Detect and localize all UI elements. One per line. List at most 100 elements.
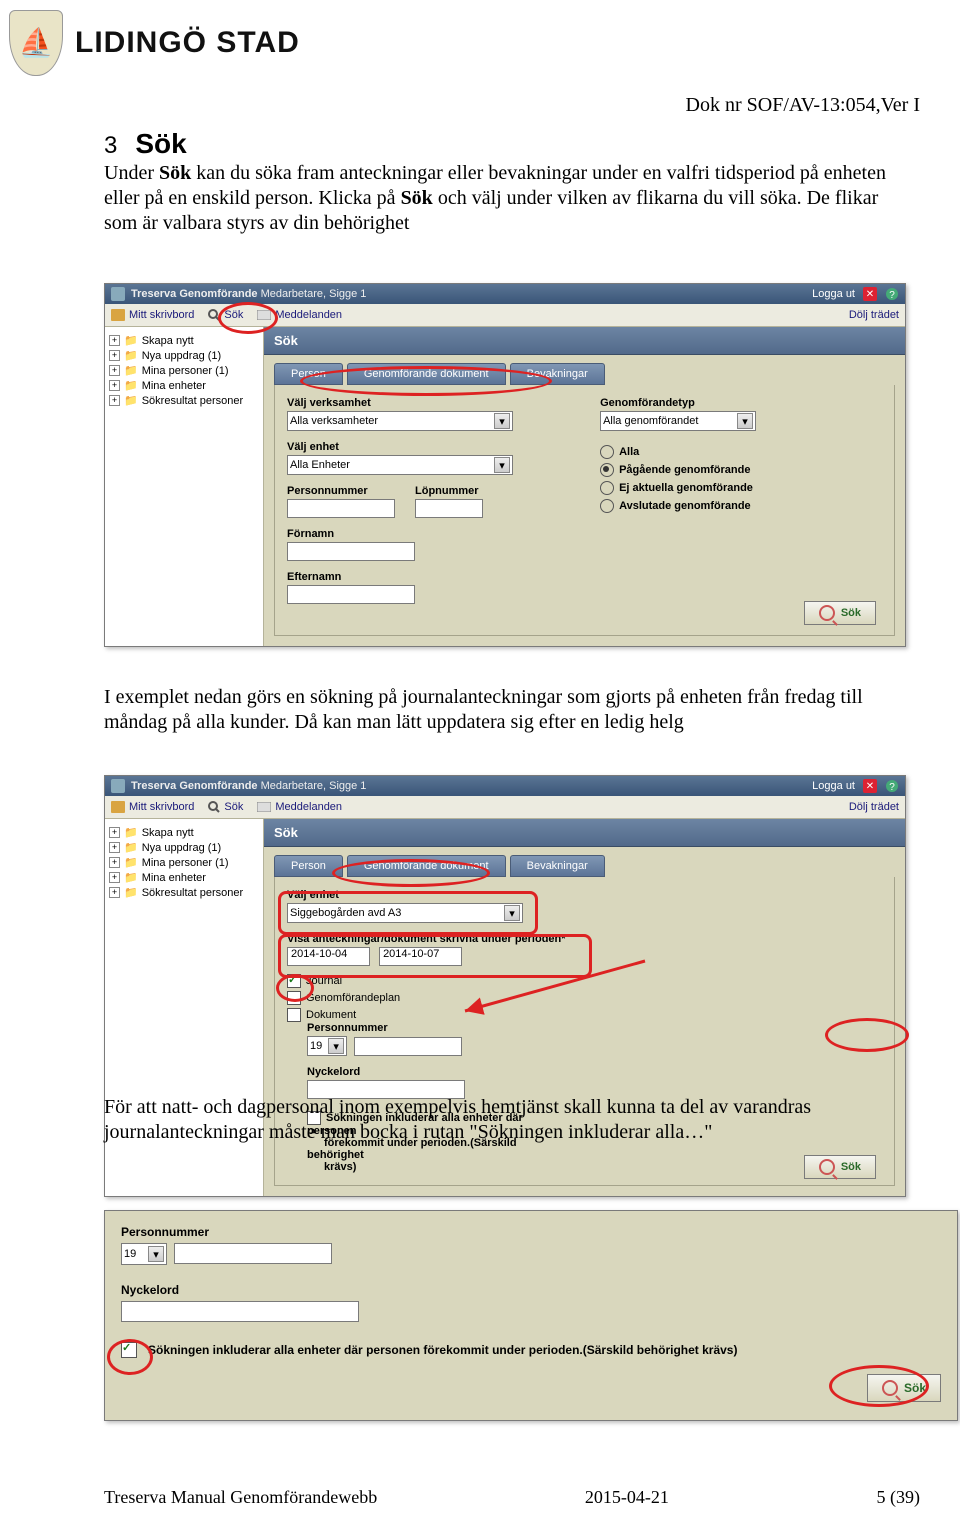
tree-node-sokresultat[interactable]: +📁 Sökresultat personer bbox=[109, 885, 259, 900]
paragraph-1: Under Sök kan du söka fram anteckningar … bbox=[104, 161, 900, 236]
search-icon bbox=[208, 801, 220, 813]
radio-alla[interactable]: Alla bbox=[600, 445, 860, 459]
input-lopnummer[interactable] bbox=[415, 499, 483, 518]
section-title: Sök bbox=[135, 128, 186, 159]
nav-tree: +📁 Skapa nytt +📁 Nya uppdrag (1) +📁 Mina… bbox=[105, 327, 264, 646]
menu-skrivbord[interactable]: Mitt skrivbord bbox=[111, 801, 194, 813]
tab-bevakningar[interactable]: Bevakningar bbox=[510, 855, 605, 877]
chevron-down-icon: ▾ bbox=[494, 413, 510, 429]
tab-person[interactable]: Person bbox=[274, 855, 343, 877]
input-nyckelord[interactable] bbox=[121, 1301, 359, 1322]
lbl-lopnummer: Löpnummer bbox=[415, 485, 483, 497]
tab-bevakningar[interactable]: Bevakningar bbox=[510, 363, 605, 385]
search-icon bbox=[882, 1380, 898, 1396]
close-icon[interactable]: ✕ bbox=[863, 779, 877, 793]
menubar: Mitt skrivbord Sök Meddelanden Dölj träd… bbox=[105, 796, 905, 819]
search-icon bbox=[819, 1159, 835, 1175]
menubar: Mitt skrivbord Sök Meddelanden Dölj träd… bbox=[105, 304, 905, 327]
section-heading: 3 Sök bbox=[104, 126, 900, 161]
footer-center: 2015-04-21 bbox=[585, 1487, 669, 1508]
lbl-enhet: Välj enhet bbox=[287, 889, 607, 901]
search-button[interactable]: Sök bbox=[804, 1155, 876, 1179]
tree-node-sokresultat[interactable]: +📁 Sökresultat personer bbox=[109, 393, 259, 408]
lbl-personnummer: Personnummer bbox=[287, 485, 395, 497]
search-icon bbox=[208, 309, 220, 321]
hide-tree-link[interactable]: Dölj trädet bbox=[849, 309, 899, 321]
menu-meddelanden[interactable]: Meddelanden bbox=[257, 309, 342, 321]
menu-skrivbord[interactable]: Mitt skrivbord bbox=[111, 309, 194, 321]
tree-node-mina-enheter[interactable]: +📁 Mina enheter bbox=[109, 870, 259, 885]
tree-node-mina-enheter[interactable]: +📁 Mina enheter bbox=[109, 378, 259, 393]
section-intro: 3 Sök Under Sök kan du söka fram anteckni… bbox=[104, 126, 900, 236]
menu-meddelanden[interactable]: Meddelanden bbox=[257, 801, 342, 813]
check-journal[interactable]: Journal bbox=[287, 974, 607, 988]
input-date-to[interactable]: 2014-10-07 bbox=[379, 947, 462, 966]
menu-sok[interactable]: Sök bbox=[208, 309, 243, 321]
tree-node-skapa[interactable]: +📁 Skapa nytt bbox=[109, 825, 259, 840]
input-date-from[interactable]: 2014-10-04 bbox=[287, 947, 370, 966]
select-typ[interactable]: Alla genomförandet▾ bbox=[600, 411, 756, 431]
tab-dokument[interactable]: Genomförande dokument bbox=[347, 363, 506, 385]
tree-node-mina-personer[interactable]: +📁 Mina personer (1) bbox=[109, 855, 259, 870]
tab-person[interactable]: Person bbox=[274, 363, 343, 385]
check-plan[interactable]: Genomförandeplan bbox=[287, 991, 607, 1005]
select-century[interactable]: 19▾ bbox=[121, 1243, 167, 1265]
input-personnummer[interactable] bbox=[354, 1037, 462, 1056]
content-title: Sök bbox=[264, 819, 905, 847]
tree-node-nya-uppdrag[interactable]: +📁 Nya uppdrag (1) bbox=[109, 348, 259, 363]
lbl-genomforandetyp: Genomförandetyp bbox=[600, 397, 860, 409]
paragraph-3: För att natt- och dagpersonal inom exemp… bbox=[104, 1095, 900, 1145]
app-title: Treserva Genomförande Medarbetare, Sigge… bbox=[131, 780, 366, 792]
help-icon[interactable]: ? bbox=[885, 287, 899, 301]
paragraph-2: I exemplet nedan görs en sökning på jour… bbox=[104, 685, 900, 735]
page-logo: ⛵ LIDINGÖ STAD bbox=[9, 10, 300, 76]
search-button[interactable]: Sök bbox=[804, 601, 876, 625]
chevron-down-icon: ▾ bbox=[494, 457, 510, 473]
tree-node-nya-uppdrag[interactable]: +📁 Nya uppdrag (1) bbox=[109, 840, 259, 855]
close-icon[interactable]: ✕ bbox=[863, 287, 877, 301]
tree-node-mina-personer[interactable]: +📁 Mina personer (1) bbox=[109, 363, 259, 378]
brand-text: LIDINGÖ STAD bbox=[75, 26, 300, 60]
screenshot-1: Treserva Genomförande Medarbetare, Sigge… bbox=[104, 283, 906, 647]
chevron-down-icon: ▾ bbox=[504, 905, 520, 921]
input-fornamn[interactable] bbox=[287, 542, 415, 561]
footer-right: 5 (39) bbox=[876, 1487, 920, 1508]
search-form: Välj verksamhet Alla verksamheter▾ Välj … bbox=[274, 385, 895, 636]
chevron-down-icon: ▾ bbox=[328, 1038, 344, 1054]
check-inkluderar[interactable]: Sökningen inkluderar alla enheter där pe… bbox=[121, 1342, 941, 1358]
titlebar: Treserva Genomförande Medarbetare, Sigge… bbox=[105, 284, 905, 304]
select-verksamhet[interactable]: Alla verksamheter▾ bbox=[287, 411, 513, 431]
section-number: 3 bbox=[104, 132, 117, 159]
input-efternamn[interactable] bbox=[287, 585, 415, 604]
radio-avslutade[interactable]: Avslutade genomförande bbox=[600, 499, 860, 513]
help-icon[interactable]: ? bbox=[885, 779, 899, 793]
lbl-enhet: Välj enhet bbox=[287, 441, 567, 453]
document-number: Dok nr SOF/AV-13:054,Ver I bbox=[686, 94, 920, 117]
check-dokument[interactable]: Dokument bbox=[287, 1008, 607, 1022]
app-title: Treserva Genomförande Medarbetare, Sigge… bbox=[131, 288, 366, 300]
lbl-verksamhet: Välj verksamhet bbox=[287, 397, 567, 409]
input-personnummer[interactable] bbox=[287, 499, 395, 518]
logout-link[interactable]: Logga ut bbox=[812, 288, 855, 300]
content-title: Sök bbox=[264, 327, 905, 355]
search-button[interactable]: Sök bbox=[867, 1374, 941, 1402]
radio-ej-aktuella[interactable]: Ej aktuella genomförande bbox=[600, 481, 860, 495]
select-enhet[interactable]: Siggebogården avd A3▾ bbox=[287, 903, 523, 923]
select-enhet[interactable]: Alla Enheter▾ bbox=[287, 455, 513, 475]
radio-pagaende[interactable]: Pågående genomförande bbox=[600, 463, 860, 477]
lbl-personnummer: Personnummer bbox=[121, 1225, 941, 1239]
logout-link[interactable]: Logga ut bbox=[812, 780, 855, 792]
tree-node-skapa[interactable]: +📁 Skapa nytt bbox=[109, 333, 259, 348]
lbl-nyckelord: Nyckelord bbox=[121, 1283, 941, 1297]
app-icon bbox=[111, 287, 125, 301]
page-footer: Treserva Manual Genomförandewebb 2015-04… bbox=[104, 1487, 920, 1508]
titlebar: Treserva Genomförande Medarbetare, Sigge… bbox=[105, 776, 905, 796]
search-icon bbox=[819, 605, 835, 621]
menu-sok[interactable]: Sök bbox=[208, 801, 243, 813]
select-century[interactable]: 19▾ bbox=[307, 1036, 347, 1056]
svg-text:?: ? bbox=[889, 782, 895, 793]
app-icon bbox=[111, 779, 125, 793]
input-personnummer[interactable] bbox=[174, 1243, 332, 1264]
hide-tree-link[interactable]: Dölj trädet bbox=[849, 801, 899, 813]
tab-dokument[interactable]: Genomförande dokument bbox=[347, 855, 506, 877]
